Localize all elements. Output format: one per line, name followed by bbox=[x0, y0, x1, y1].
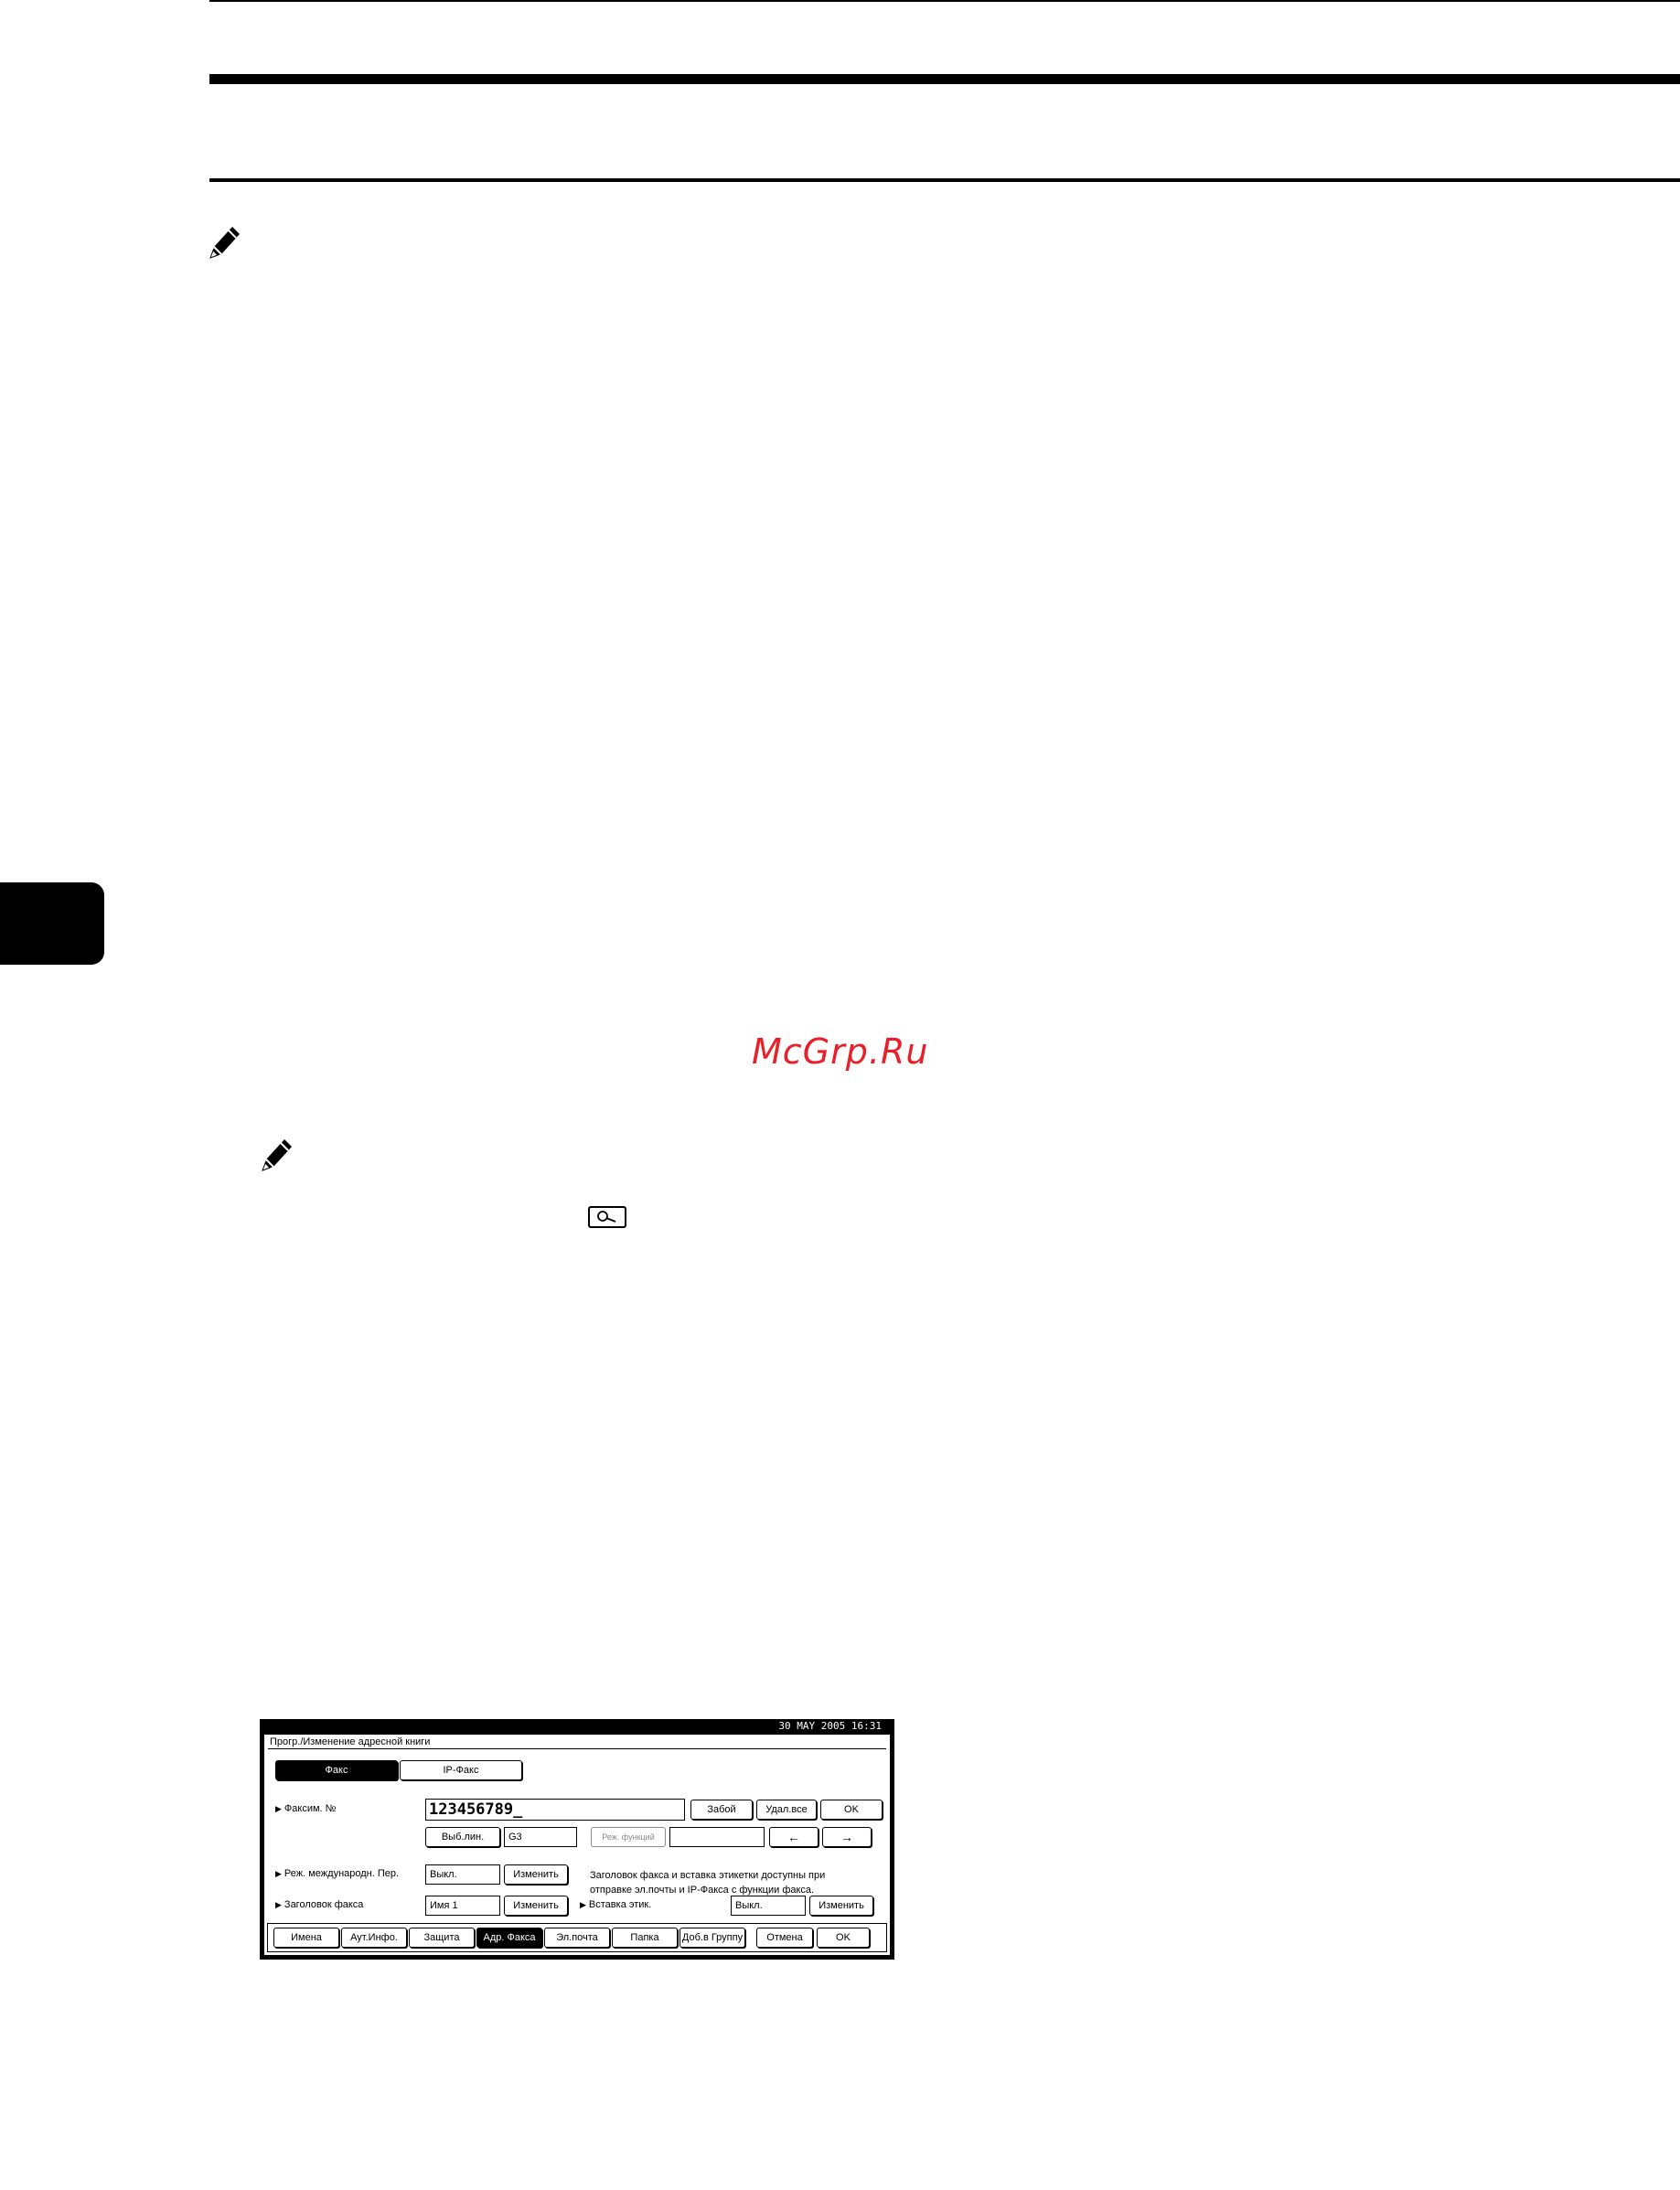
arrow-right-icon: ▶ bbox=[275, 1900, 282, 1909]
tab-names[interactable]: Имена bbox=[273, 1928, 339, 1948]
ok-button[interactable]: OK bbox=[817, 1928, 870, 1948]
tab-protection[interactable]: Защита bbox=[409, 1928, 475, 1948]
section-rule bbox=[209, 178, 1680, 182]
cursor-left-button[interactable]: ← bbox=[769, 1827, 819, 1847]
line-value-field: G3 bbox=[504, 1827, 577, 1847]
intl-mode-label: ▶ Реж. международн. Пер. bbox=[275, 1868, 400, 1879]
cancel-button[interactable]: Отмена bbox=[756, 1928, 813, 1948]
label-insert-value: Выкл. bbox=[731, 1896, 806, 1916]
note-pencil-icon bbox=[259, 1134, 295, 1174]
search-key-icon bbox=[588, 1206, 626, 1228]
intl-mode-change-button[interactable]: Изменить bbox=[504, 1864, 568, 1885]
line-select-button[interactable]: Выб.лин. bbox=[425, 1827, 500, 1847]
hint-text: Заголовок факса и вставка этикетки досту… bbox=[590, 1870, 826, 1896]
fax-header-change-button[interactable]: Изменить bbox=[504, 1896, 568, 1916]
note-pencil-icon bbox=[207, 221, 243, 262]
header-rule-thick bbox=[209, 74, 1680, 84]
label-insert-label: ▶ Вставка этик. bbox=[580, 1899, 652, 1910]
screen-area: Прогр./Изменение адресной книги Факс IP-… bbox=[264, 1735, 890, 1955]
watermark: McGrp.Ru bbox=[752, 1031, 929, 1072]
delete-all-button[interactable]: Удал.все bbox=[756, 1800, 817, 1820]
status-datetime: 30 MAY 2005 16:31 bbox=[778, 1720, 882, 1732]
tab-auth-info[interactable]: Аут.Инфо. bbox=[341, 1928, 407, 1948]
fax-number-label: ▶ Факсим. № bbox=[275, 1803, 337, 1814]
subcode-button[interactable]: Реж. функций bbox=[591, 1827, 666, 1847]
window-title: Прогр./Изменение адресной книги bbox=[270, 1736, 431, 1747]
tab-add-to-group[interactable]: Доб.в Группу bbox=[679, 1928, 745, 1948]
arrow-right-icon: ▶ bbox=[275, 1804, 282, 1813]
header-rule-thin bbox=[209, 0, 1680, 2]
fax-number-input[interactable]: 123456789_ bbox=[425, 1799, 685, 1821]
subcode-field bbox=[669, 1827, 765, 1847]
cursor-right-button[interactable]: → bbox=[822, 1827, 872, 1847]
fax-header-label: ▶ Заголовок факса bbox=[275, 1899, 364, 1910]
fax-ok-button[interactable]: OK bbox=[820, 1800, 883, 1820]
fax-header-value: Имя 1 bbox=[425, 1896, 500, 1916]
title-divider bbox=[268, 1748, 886, 1749]
tab-ip-fax[interactable]: IP-Факс bbox=[400, 1760, 522, 1780]
label-insert-change-button[interactable]: Изменить bbox=[809, 1896, 873, 1916]
tab-fax-destination[interactable]: Адр. Факса bbox=[476, 1928, 542, 1948]
arrow-right-icon: ▶ bbox=[580, 1900, 586, 1909]
arrow-right-icon: ▶ bbox=[275, 1869, 282, 1878]
tab-email[interactable]: Эл.почта bbox=[544, 1928, 610, 1948]
tab-fax[interactable]: Факс bbox=[275, 1760, 398, 1780]
intl-mode-value: Выкл. bbox=[425, 1864, 500, 1885]
chapter-thumb-tab bbox=[0, 882, 104, 965]
backspace-button[interactable]: Забой bbox=[690, 1800, 753, 1820]
tab-folder[interactable]: Папка bbox=[612, 1928, 678, 1948]
device-screenshot: 30 MAY 2005 16:31 Прогр./Изменение адрес… bbox=[260, 1719, 894, 1960]
